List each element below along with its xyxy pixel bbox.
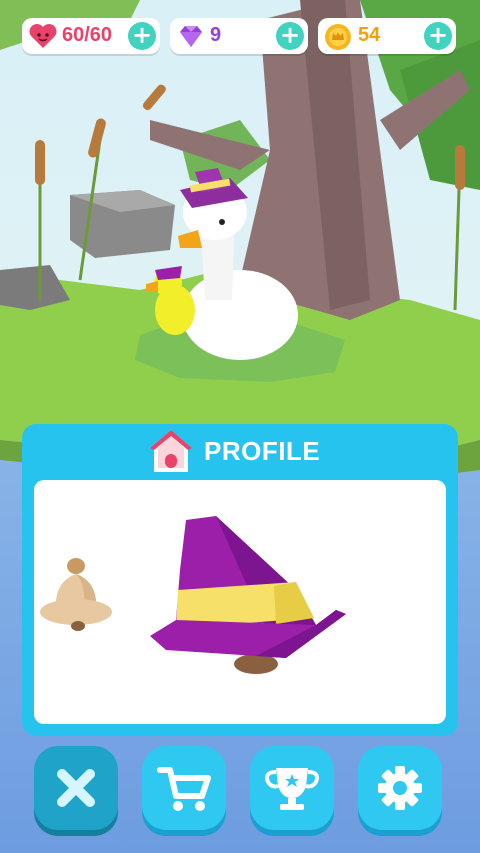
hearts-value: 60/60 [62, 24, 113, 46]
heart-icon [28, 23, 58, 54]
shop-button[interactable] [142, 746, 226, 830]
home-icon [148, 428, 194, 479]
gems-value: 9 [210, 24, 222, 46]
add-gems-button[interactable]: + [276, 22, 304, 50]
bell-hat-icon[interactable] [38, 552, 118, 641]
cart-icon [157, 767, 211, 811]
coins-value: 54 [358, 24, 381, 46]
coin-icon [324, 23, 352, 56]
profile-panel: PROFILE [22, 424, 458, 736]
hat-selection-area [34, 480, 446, 724]
settings-button[interactable] [358, 746, 442, 830]
hearts-counter: 60/60 + [22, 18, 160, 54]
gems-counter: 9 + [170, 18, 308, 54]
trophies-button[interactable] [250, 746, 334, 830]
gear-icon [378, 766, 422, 810]
add-coins-button[interactable]: + [424, 22, 452, 50]
profile-title: PROFILE [204, 436, 321, 466]
add-hearts-button[interactable]: + [128, 22, 156, 50]
gem-icon [176, 23, 206, 54]
close-button[interactable] [34, 746, 118, 830]
witch-hat-icon[interactable] [146, 510, 346, 685]
coins-counter: 54 + [318, 18, 456, 54]
close-icon [57, 769, 95, 807]
trophy-icon [265, 768, 319, 810]
